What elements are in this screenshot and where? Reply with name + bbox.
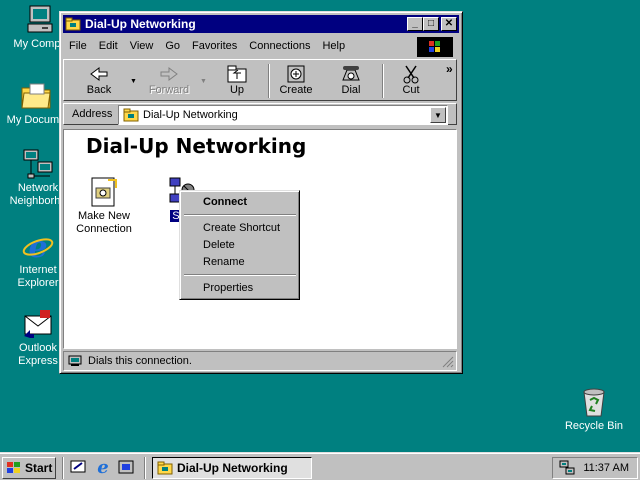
- make-new-connection-icon: [91, 177, 117, 207]
- address-label: Address: [72, 108, 113, 120]
- maximize-button[interactable]: □: [423, 17, 439, 31]
- status-connection-icon: [68, 355, 82, 366]
- taskbar-button-label: Dial-Up Networking: [177, 461, 288, 475]
- item-label-line2: Connection: [76, 223, 132, 235]
- resize-grip-icon[interactable]: [442, 356, 454, 368]
- dial-label: Dial: [341, 84, 361, 96]
- address-field[interactable]: Dial-Up Networking ▼: [118, 105, 448, 125]
- forward-button[interactable]: Forward: [144, 64, 194, 100]
- internet-explorer-icon: e: [22, 230, 54, 265]
- ctx-separator: [184, 274, 296, 276]
- up-label: Up: [229, 84, 245, 96]
- quicklaunch-ie-icon[interactable]: e: [94, 457, 112, 478]
- back-arrow-icon: [90, 67, 108, 81]
- create-label: Create: [279, 84, 313, 96]
- taskbar-separator: [144, 457, 146, 479]
- dial-phone-icon: [342, 66, 360, 81]
- scissors-icon: [403, 65, 419, 84]
- desktop-icon-recycle-bin[interactable]: Recycle Bin: [558, 386, 630, 433]
- windows-flag-icon: [7, 462, 20, 473]
- forward-label: Forward: [148, 84, 190, 96]
- ctx-connect[interactable]: Connect: [183, 194, 296, 211]
- menu-edit[interactable]: Edit: [93, 40, 124, 52]
- menu-bar: File Edit View Go Favorites Connections …: [63, 35, 457, 57]
- cut-button[interactable]: Cut: [386, 64, 436, 100]
- back-button[interactable]: Back: [74, 64, 124, 100]
- make-new-connection-item[interactable]: Make New Connection: [68, 176, 140, 236]
- menu-go[interactable]: Go: [159, 40, 186, 52]
- desktop-label: Recycle Bin: [564, 420, 624, 432]
- maximize-icon: □: [427, 18, 435, 29]
- toolbar-more-icon[interactable]: »: [446, 62, 453, 76]
- back-dropdown-icon[interactable]: ▼: [130, 78, 137, 85]
- my-computer-icon: [24, 4, 56, 36]
- create-icon: [287, 65, 305, 83]
- folder-icon: [157, 461, 173, 475]
- ctx-rename[interactable]: Rename: [183, 254, 296, 271]
- status-text: Dials this connection.: [88, 355, 192, 367]
- menu-file[interactable]: File: [63, 40, 93, 52]
- menu-help[interactable]: Help: [316, 40, 351, 52]
- address-value: Dial-Up Networking: [143, 109, 238, 121]
- close-button[interactable]: ✕: [441, 17, 457, 31]
- recycle-bin-icon: [578, 386, 610, 418]
- folder-icon: [123, 108, 139, 122]
- up-button[interactable]: Up: [212, 64, 262, 100]
- address-bar: Address Dial-Up Networking ▼: [63, 103, 457, 125]
- menu-view[interactable]: View: [124, 40, 160, 52]
- folder-title: Dial-Up Networking: [86, 134, 307, 158]
- outlook-express-icon: [22, 308, 54, 340]
- menu-connections[interactable]: Connections: [243, 40, 316, 52]
- quicklaunch-channels-icon[interactable]: [118, 459, 134, 478]
- clock[interactable]: 11:37 AM: [583, 462, 629, 474]
- ctx-create-shortcut[interactable]: Create Shortcut: [183, 220, 296, 237]
- start-button[interactable]: Start: [2, 457, 56, 479]
- address-dropdown-button[interactable]: ▼: [430, 107, 446, 123]
- quicklaunch-desktop-icon[interactable]: [70, 459, 86, 478]
- start-label: Start: [25, 461, 53, 475]
- forward-dropdown-icon[interactable]: ▼: [200, 78, 207, 85]
- create-button[interactable]: Create: [271, 64, 321, 100]
- context-menu: Connect Create Shortcut Delete Rename Pr…: [179, 190, 300, 300]
- ctx-properties[interactable]: Properties: [183, 280, 296, 297]
- system-tray: 11:37 AM: [552, 457, 638, 479]
- up-folder-icon: [227, 65, 247, 83]
- toolbar-separator: [268, 64, 270, 98]
- taskbar: Start e Dial-Up Networking 11:37 AM: [0, 452, 640, 480]
- svg-text:e: e: [97, 457, 108, 475]
- title-bar[interactable]: Dial-Up Networking _ □ ✕: [63, 15, 459, 33]
- forward-arrow-icon: [160, 67, 178, 81]
- menu-favorites[interactable]: Favorites: [186, 40, 243, 52]
- tray-network-icon[interactable]: [559, 460, 575, 479]
- chevron-down-icon: ▼: [434, 111, 442, 120]
- cut-label: Cut: [402, 84, 420, 96]
- taskbar-separator: [62, 457, 64, 479]
- status-bar: Dials this connection.: [63, 351, 457, 371]
- window-title: Dial-Up Networking: [85, 17, 196, 31]
- my-documents-icon: [20, 80, 52, 112]
- back-label: Back: [86, 84, 112, 96]
- taskbar-button-dialup[interactable]: Dial-Up Networking: [152, 457, 312, 479]
- ctx-separator: [184, 214, 296, 216]
- folder-icon: [65, 17, 81, 31]
- minimize-icon: _: [412, 18, 418, 29]
- svg-text:e: e: [28, 230, 47, 262]
- toolbar-separator: [382, 64, 384, 98]
- windows-logo-icon: [417, 37, 453, 57]
- item-label: Make New: [78, 210, 130, 222]
- network-neighborhood-icon: [22, 148, 54, 180]
- ctx-delete[interactable]: Delete: [183, 237, 296, 254]
- toolbar: Back ▼ Forward ▼ Up Create Dial Cut »: [63, 59, 457, 101]
- close-icon: ✕: [444, 18, 454, 29]
- minimize-button[interactable]: _: [407, 17, 423, 31]
- dial-button[interactable]: Dial: [326, 64, 376, 100]
